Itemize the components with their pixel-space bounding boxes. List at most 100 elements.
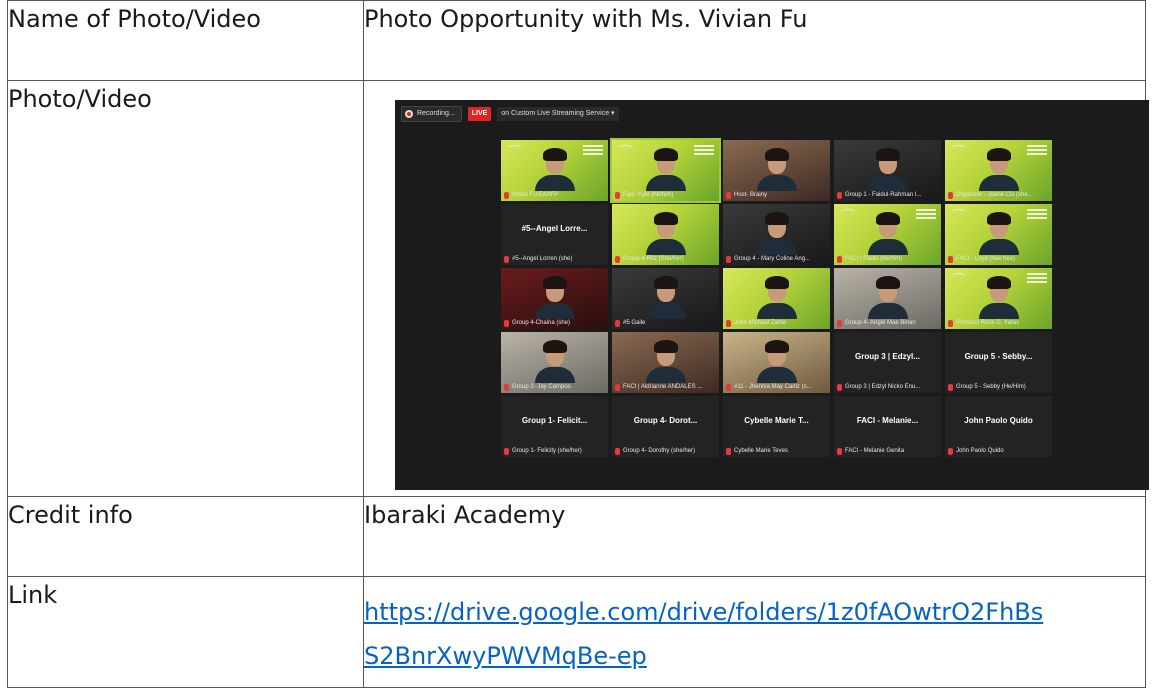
- participant-tile[interactable]: #5 Gaile: [612, 268, 719, 329]
- participant-tile[interactable]: Group 5 - Sebby... Group 5 - Sebby (He/Hi…: [945, 332, 1052, 393]
- muted-mic-icon: [504, 192, 509, 199]
- participant-name-label: FACI | Aldrianne ANDALES ...: [614, 383, 702, 392]
- participant-face: [875, 148, 900, 174]
- banner-graphic: [1027, 273, 1047, 289]
- muted-mic-icon: [726, 448, 731, 455]
- record-icon: [405, 110, 413, 118]
- recording-label: Recording...: [417, 110, 455, 117]
- live-badge: LIVE: [467, 107, 492, 121]
- participant-tile[interactable]: Group 4- Angel Mae Binan: [834, 268, 941, 329]
- participant-tile[interactable]: Group 2- Jay Campos: [501, 332, 608, 393]
- muted-mic-icon: [726, 320, 731, 327]
- participant-tile[interactable]: Host- Brainy: [723, 140, 830, 201]
- participant-tile[interactable]: Group 4-Chaina (she): [501, 268, 608, 329]
- table-row: Name of Photo/Video Photo Opportunity wi…: [7, 0, 1146, 81]
- participant-name-label: #5--Angel Lorren (she): [503, 255, 572, 264]
- participant-name-label: John Michael Zante: [725, 319, 786, 328]
- participant-display-name: Group 4- Dorot...: [633, 416, 698, 425]
- drive-link[interactable]: https://drive.google.com/drive/folders/1…: [364, 598, 1043, 670]
- participant-tile[interactable]: ⁀ Princess Rose D. Yaras: [945, 268, 1052, 329]
- participant-video: [978, 239, 1019, 255]
- participant-name-label: Group 2- Jay Campos: [503, 383, 571, 392]
- zoom-screenshot: Recording... LIVE on Custom Live Streami…: [395, 100, 1149, 490]
- muted-mic-icon: [504, 448, 509, 455]
- participant-face: [986, 212, 1011, 238]
- link-text-line1: https://drive.google.com/drive/folders/1…: [364, 598, 1044, 626]
- bird-logo-icon: ⁀: [509, 145, 521, 161]
- participant-tile[interactable]: Group 3 | Edzyl... Group 3 | Edzyl Nicko …: [834, 332, 941, 393]
- participant-display-name: Cybelle Marie T...: [744, 416, 809, 425]
- muted-mic-icon: [615, 256, 620, 263]
- participant-tile[interactable]: ⁀ Organizer - Joene Cis (she...: [945, 140, 1052, 201]
- muted-mic-icon: [615, 448, 620, 455]
- muted-mic-icon: [948, 448, 953, 455]
- photo-name-value: Photo Opportunity with Ms. Vivian Fu: [363, 0, 1146, 81]
- participant-face: [542, 276, 567, 302]
- participant-display-name: John Paolo Quido: [964, 416, 1033, 425]
- row-label: Name of Photo/Video: [7, 0, 364, 81]
- participant-tile[interactable]: ⁀ FACI | Paolo (he/him): [834, 204, 941, 265]
- participant-video: [534, 367, 575, 383]
- participant-video: [645, 175, 686, 191]
- participant-face: [764, 276, 789, 302]
- participant-face: [875, 276, 900, 302]
- participant-name-label: Group 4-Ritz (She/her): [614, 255, 684, 264]
- participant-video: [867, 175, 908, 191]
- participant-tile[interactable]: #5--Angel Lorre... #5--Angel Lorren (she): [501, 204, 608, 265]
- participant-tile[interactable]: ⁀ Vivian Fu EAAFP: [501, 140, 608, 201]
- participant-video: [756, 175, 797, 191]
- participant-video: [756, 239, 797, 255]
- participant-tile[interactable]: Cybelle Marie T... Cybelle Marie Teves: [723, 396, 830, 457]
- participant-tile[interactable]: Group 1 - Faidul-Rahman I...: [834, 140, 941, 201]
- participant-name-label: Vivian Fu EAAFP: [503, 191, 558, 200]
- participant-tile[interactable]: John Paolo Quido John Paolo Quido: [945, 396, 1052, 457]
- participant-face: [653, 212, 678, 238]
- participant-name-label: #5 Gaile: [614, 319, 645, 328]
- participant-tile[interactable]: ⁀ Faci- Kyle (he/him): [610, 138, 721, 203]
- participant-display-name: Group 3 | Edzyl...: [855, 352, 920, 361]
- zoom-toolbar: Recording... LIVE on Custom Live Streami…: [401, 105, 619, 123]
- muted-mic-icon: [615, 192, 620, 199]
- participant-grid: ⁀ Vivian Fu EAAFP ⁀ Faci- Kyle (he/him) Host…: [501, 138, 1052, 457]
- table-row: Credit info Ibaraki Academy: [7, 496, 1146, 577]
- participant-tile[interactable]: ⁀ FACI - Loyd (hee hee): [945, 204, 1052, 265]
- participant-name-label: John Paolo Quido: [947, 447, 1004, 456]
- participant-face: [653, 340, 678, 366]
- participant-tile[interactable]: Group 4 - Mary Coline Ang...: [723, 204, 830, 265]
- participant-video: [534, 303, 575, 319]
- banner-graphic: [1027, 209, 1047, 225]
- link-cell: https://drive.google.com/drive/folders/1…: [363, 576, 1146, 688]
- participant-tile[interactable]: #11 - Jhennia May Cadiz (s...: [723, 332, 830, 393]
- participant-name-label: Faci- Kyle (he/him): [614, 191, 673, 200]
- muted-mic-icon: [948, 320, 953, 327]
- participant-tile[interactable]: Group 4- Dorot... Group 4- Dorothy (she/h…: [612, 396, 719, 457]
- muted-mic-icon: [837, 320, 842, 327]
- muted-mic-icon: [504, 256, 509, 263]
- banner-graphic: [583, 145, 603, 161]
- participant-name-label: Group 3 | Edzyl Nicko Enu...: [836, 383, 920, 392]
- participant-video: [867, 239, 908, 255]
- participant-tile[interactable]: FACI | Aldrianne ANDALES ...: [612, 332, 719, 393]
- participant-name-label: Group 4 - Mary Coline Ang...: [725, 255, 810, 264]
- muted-mic-icon: [726, 192, 731, 199]
- muted-mic-icon: [504, 384, 509, 391]
- participant-name-label: FACI | Paolo (he/him): [836, 255, 902, 264]
- bird-logo-icon: ⁀: [953, 209, 965, 225]
- streaming-service-dropdown[interactable]: on Custom Live Streaming Service ▾: [497, 107, 619, 121]
- participant-name-label: Group 1 - Faidul-Rahman I...: [836, 191, 921, 200]
- participant-tile[interactable]: Group 1- Felicit... Group 1- Felicity (sh…: [501, 396, 608, 457]
- bird-logo-icon: ⁀: [953, 145, 965, 161]
- participant-tile[interactable]: FACI - Melanie... FACI - Melanie Genita: [834, 396, 941, 457]
- participant-tile[interactable]: John Michael Zante: [723, 268, 830, 329]
- recording-indicator[interactable]: Recording...: [401, 106, 462, 122]
- link-text-line2: S2BnrXwyPWVMqBe-ep: [364, 642, 647, 670]
- participant-video: [978, 303, 1019, 319]
- banner-graphic: [916, 209, 936, 225]
- participant-name-label: Princess Rose D. Yaras: [947, 319, 1019, 328]
- participant-video: [645, 239, 686, 255]
- participant-tile[interactable]: Group 4-Ritz (She/her): [612, 204, 719, 265]
- muted-mic-icon: [726, 384, 731, 391]
- muted-mic-icon: [726, 256, 731, 263]
- participant-name-label: Group 5 - Sebby (He/Him): [947, 383, 1026, 392]
- participant-name-label: FACI - Loyd (hee hee): [947, 255, 1015, 264]
